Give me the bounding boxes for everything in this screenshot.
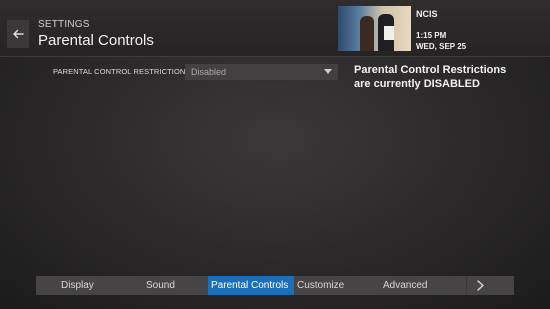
restrictions-label: PARENTAL CONTROL RESTRICTIONS: [53, 67, 191, 76]
tab-advanced[interactable]: Advanced: [380, 276, 466, 295]
arrow-left-icon: [13, 29, 24, 39]
page-title: Parental Controls: [38, 32, 154, 49]
status-line-1: Parental Control Restrictions: [354, 64, 507, 76]
restrictions-selected-value: Disabled: [191, 67, 227, 77]
tab-display[interactable]: Display: [36, 276, 122, 295]
clock-date: WED, SEP 25: [416, 42, 467, 51]
breadcrumb: SETTINGS: [38, 19, 90, 30]
back-button[interactable]: [7, 20, 29, 48]
now-playing-show: NCIS: [416, 9, 438, 19]
chevron-down-icon: [324, 69, 332, 74]
tab-next-button[interactable]: [466, 276, 493, 295]
status-line-2: are currently DISABLED: [354, 78, 480, 90]
tab-sound[interactable]: Sound: [122, 276, 208, 295]
clock-time: 1:15 PM: [416, 31, 447, 40]
restrictions-status-message: Parental Control Restrictions are curren…: [354, 63, 534, 91]
chevron-right-icon: [476, 280, 484, 291]
tab-parental-controls[interactable]: Parental Controls: [208, 276, 294, 295]
settings-tab-bar: Display Sound Parental Controls Customiz…: [36, 276, 514, 295]
now-playing-thumbnail[interactable]: [338, 6, 411, 51]
restrictions-dropdown[interactable]: Disabled: [185, 64, 338, 80]
settings-header: SETTINGS Parental Controls NCIS 1:15 PM …: [0, 0, 550, 57]
tab-customize[interactable]: Customize: [294, 276, 380, 295]
